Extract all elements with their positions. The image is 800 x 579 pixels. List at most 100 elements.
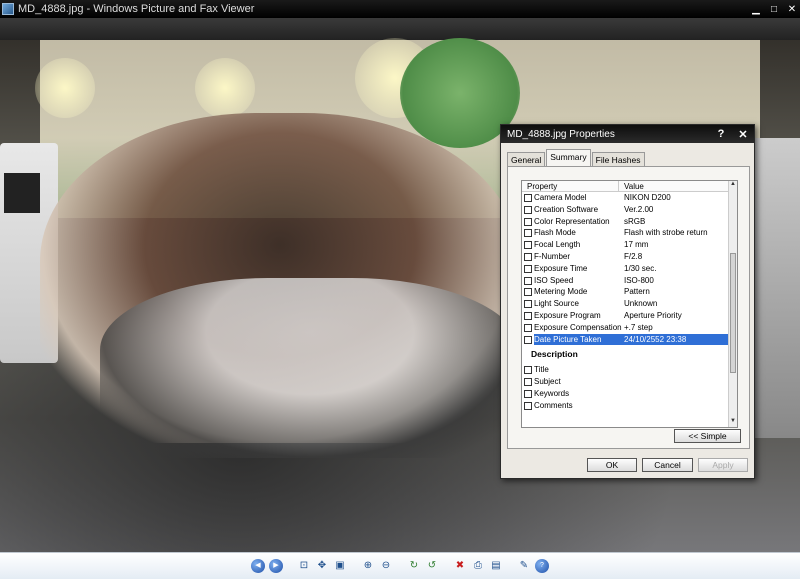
photo-light bbox=[195, 58, 255, 118]
summary-panel: Property Value Camera Model NIKON D200 Cre… bbox=[507, 166, 750, 449]
property-row[interactable]: Metering Mode Pattern bbox=[522, 286, 737, 298]
property-name: F-Number bbox=[534, 251, 571, 261]
property-value: +.7 step bbox=[624, 322, 653, 332]
grid-header: Property Value bbox=[522, 181, 737, 192]
window-title-bar: MD_4888.jpg - Windows Picture and Fax Vi… bbox=[0, 0, 800, 18]
slideshow-icon[interactable]: ▣ bbox=[333, 559, 347, 573]
property-row[interactable]: Flash Mode Flash with strobe return bbox=[522, 227, 737, 239]
property-name: Flash Mode bbox=[534, 228, 576, 238]
property-name: Exposure Program bbox=[534, 310, 601, 320]
property-edit-icon bbox=[524, 217, 532, 226]
property-row[interactable]: Color Representation sRGB bbox=[522, 216, 737, 228]
description-rows: Title Subject Keywords Comments bbox=[522, 364, 737, 411]
description-row[interactable]: Title bbox=[522, 364, 737, 376]
property-row[interactable]: Light Source Unknown bbox=[522, 298, 737, 310]
property-edit-icon bbox=[524, 323, 532, 332]
property-row[interactable]: Exposure Program Aperture Priority bbox=[522, 310, 737, 322]
property-value: 24/10/2552 23:38 bbox=[622, 333, 737, 346]
property-value: Flash with strobe return bbox=[624, 228, 708, 238]
property-row[interactable]: ISO Speed ISO-800 bbox=[522, 275, 737, 287]
photo-front-row bbox=[100, 278, 520, 458]
description-header: Description bbox=[531, 349, 578, 360]
scroll-up-icon[interactable]: ▲ bbox=[729, 181, 737, 190]
property-edit-icon bbox=[524, 194, 532, 202]
tab-file-hashes[interactable]: File Hashes bbox=[591, 152, 645, 166]
property-row[interactable]: F-Number F/2.8 bbox=[522, 251, 737, 263]
tab-general[interactable]: General bbox=[507, 152, 546, 166]
next-image-icon[interactable]: ▶ bbox=[269, 559, 283, 573]
property-name: Title bbox=[534, 365, 549, 375]
grid-scrollbar[interactable]: ▲ ▼ bbox=[728, 181, 737, 427]
rotate-counterclockwise-icon[interactable]: ↺ bbox=[425, 559, 439, 573]
column-header-property[interactable]: Property bbox=[522, 181, 619, 191]
actual-size-icon[interactable]: ✥ bbox=[315, 559, 329, 573]
property-row[interactable]: Exposure Time 1/30 sec. bbox=[522, 263, 737, 275]
property-name: Focal Length bbox=[534, 240, 581, 250]
property-value: 1/30 sec. bbox=[624, 263, 657, 273]
scroll-down-icon[interactable]: ▼ bbox=[729, 418, 737, 427]
property-value: Pattern bbox=[624, 287, 650, 297]
dialog-title-bar: MD_4888.jpg Properties ? ✕ bbox=[501, 125, 754, 143]
dialog-help-button[interactable]: ? bbox=[710, 127, 732, 141]
property-value: F/2.8 bbox=[624, 251, 643, 261]
property-name: Keywords bbox=[534, 388, 570, 398]
property-value: NIKON D200 bbox=[624, 193, 671, 202]
property-rows: Camera Model NIKON D200 Creation Software V… bbox=[522, 192, 737, 346]
property-edit-icon bbox=[524, 229, 532, 238]
description-row[interactable]: Comments bbox=[522, 400, 737, 412]
property-name: Creation Software bbox=[534, 204, 599, 214]
column-header-value[interactable]: Value bbox=[619, 181, 644, 191]
property-value bbox=[622, 364, 737, 376]
property-name: Date Picture Taken bbox=[534, 333, 622, 346]
property-edit-icon bbox=[524, 288, 532, 297]
apply-button[interactable]: Apply bbox=[698, 458, 748, 472]
property-value bbox=[622, 388, 737, 400]
property-value: 17 mm bbox=[624, 240, 649, 250]
print-icon[interactable]: ⎙ bbox=[471, 559, 485, 573]
property-value: Ver.2.00 bbox=[624, 204, 654, 214]
property-value: ISO-800 bbox=[624, 275, 654, 285]
dialog-close-button[interactable]: ✕ bbox=[732, 127, 754, 141]
delete-icon[interactable]: ✖ bbox=[453, 559, 467, 573]
maximize-button[interactable]: □ bbox=[766, 2, 782, 16]
scroll-thumb[interactable] bbox=[730, 253, 736, 373]
properties-grid[interactable]: Property Value Camera Model NIKON D200 Cre… bbox=[521, 180, 738, 428]
property-edit-icon bbox=[524, 401, 532, 410]
help-icon[interactable]: ? bbox=[535, 559, 549, 573]
property-name: Light Source bbox=[534, 299, 579, 309]
zoom-in-icon[interactable]: ⊕ bbox=[361, 559, 375, 573]
property-row[interactable]: Focal Length 17 mm bbox=[522, 239, 737, 251]
property-row[interactable]: Creation Software Ver.2.00 bbox=[522, 204, 737, 216]
property-value bbox=[622, 376, 737, 388]
app-icon bbox=[2, 3, 14, 15]
cancel-button[interactable]: Cancel bbox=[642, 458, 693, 472]
save-icon[interactable]: ▤ bbox=[489, 559, 503, 573]
photo-ceiling bbox=[0, 18, 800, 40]
property-name: Color Representation bbox=[534, 216, 610, 226]
previous-image-icon[interactable]: ◀ bbox=[251, 559, 265, 573]
property-edit-icon bbox=[524, 276, 532, 285]
property-row[interactable]: Date Picture Taken 24/10/2552 23:38 bbox=[522, 333, 737, 346]
best-fit-icon[interactable]: ⊡ bbox=[297, 559, 311, 573]
description-row[interactable]: Keywords bbox=[522, 388, 737, 400]
tab-summary[interactable]: Summary bbox=[546, 149, 591, 166]
property-name: Metering Mode bbox=[534, 287, 588, 297]
property-edit-icon bbox=[524, 252, 532, 261]
property-row[interactable]: Camera Model NIKON D200 bbox=[522, 192, 737, 204]
description-row[interactable]: Subject bbox=[522, 376, 737, 388]
property-edit-icon bbox=[524, 335, 532, 344]
rotate-clockwise-icon[interactable]: ↻ bbox=[407, 559, 421, 573]
viewer-toolbar: ◀ ▶ ⊡ ✥ ▣ ⊕ ⊖ ↻ ↺ ✖ ⎙ ▤ ✎? bbox=[0, 552, 800, 579]
ok-button[interactable]: OK bbox=[587, 458, 637, 472]
property-value: Unknown bbox=[624, 299, 658, 309]
zoom-out-icon[interactable]: ⊖ bbox=[379, 559, 393, 573]
property-value: sRGB bbox=[624, 216, 646, 226]
close-button[interactable]: ✕ bbox=[784, 2, 800, 16]
simple-button[interactable]: << Simple bbox=[674, 429, 741, 443]
property-value bbox=[622, 400, 737, 412]
window-title: MD_4888.jpg - Windows Picture and Fax Vi… bbox=[18, 3, 255, 15]
property-row[interactable]: Exposure Compensation +.7 step bbox=[522, 322, 737, 334]
edit-icon[interactable]: ✎ bbox=[517, 559, 531, 573]
minimize-button[interactable]: ▁ bbox=[748, 2, 764, 16]
property-edit-icon bbox=[524, 389, 532, 398]
